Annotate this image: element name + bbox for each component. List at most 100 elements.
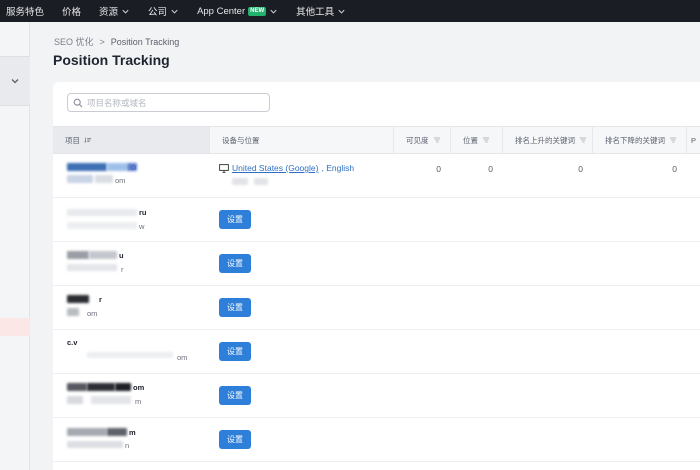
filter-sort-icon[interactable]: [669, 136, 677, 144]
column-label: P: [691, 135, 697, 145]
project-cell[interactable]: ru w: [53, 198, 210, 241]
nav-item-company[interactable]: 公司: [139, 0, 188, 22]
device-location-cell: 设置: [210, 418, 394, 461]
domain-fragment: n: [125, 441, 130, 450]
sidebar-active-item[interactable]: [0, 318, 30, 336]
project-cell[interactable]: u r: [53, 242, 210, 285]
column-label: 位置: [463, 135, 478, 145]
empty-cell: [503, 374, 593, 417]
search-input[interactable]: [87, 97, 257, 108]
keywords-down-cell: 0: [593, 154, 687, 197]
empty-cell: [593, 198, 687, 241]
device-location-cell: 设置: [210, 374, 394, 417]
table-row[interactable]: r om 设置: [53, 286, 700, 330]
empty-cell: [687, 330, 700, 373]
column-label: 排名上升的关键词: [515, 135, 575, 145]
project-cell[interactable]: D om: [53, 154, 210, 197]
nav-item-features[interactable]: 服务特色: [4, 0, 53, 22]
empty-cell: [451, 330, 503, 373]
redacted-domain: [67, 441, 123, 448]
redacted-domain: [67, 396, 83, 404]
device-location-cell: 设置: [210, 286, 394, 329]
nav-item-resources[interactable]: 资源: [90, 0, 139, 22]
project-cell[interactable]: om m: [53, 374, 210, 417]
project-cell[interactable]: c.v om: [53, 330, 210, 373]
sidebar-expand-toggle[interactable]: [0, 56, 30, 106]
column-label: 项目: [65, 135, 80, 145]
nav-item-pricing[interactable]: 价格: [53, 0, 90, 22]
visibility-cell: 0: [394, 154, 451, 197]
keywords-up-value: 0: [578, 164, 583, 174]
chevron-down-icon: [122, 9, 129, 14]
empty-cell: [451, 198, 503, 241]
project-cell[interactable]: m n: [53, 418, 210, 461]
empty-cell: [687, 286, 700, 329]
table-row[interactable]: D om United States (Google), English 0 0…: [53, 154, 700, 198]
project-cell[interactable]: r om: [53, 286, 210, 329]
redacted-name: [67, 295, 89, 303]
nav-item-app-center[interactable]: App Center NEW: [188, 0, 287, 22]
redacted-domain: [95, 175, 113, 183]
setup-button[interactable]: 设置: [219, 386, 251, 405]
empty-cell: [451, 418, 503, 461]
column-position[interactable]: 位置: [451, 127, 503, 153]
table-row[interactable]: om m 设置: [53, 374, 700, 418]
empty-cell: [451, 286, 503, 329]
top-navigation: 服务特色 价格 资源 公司 App Center NEW 其他工具: [0, 0, 700, 22]
domain-fragment: w: [139, 222, 145, 231]
location-info: United States (Google), English: [219, 163, 354, 173]
nav-item-other-tools[interactable]: 其他工具: [287, 0, 355, 22]
empty-cell: [687, 418, 700, 461]
setup-button[interactable]: 设置: [219, 342, 251, 361]
column-device-location[interactable]: 设备与位置: [210, 127, 394, 153]
empty-cell: [593, 374, 687, 417]
column-keywords-down[interactable]: 排名下降的关键词: [593, 127, 687, 153]
projects-card: 项目 设备与位置 可见度 位置 排名上升的关键词 排名下降的关键词: [53, 82, 700, 470]
column-next[interactable]: P: [687, 127, 700, 153]
projects-table: 项目 设备与位置 可见度 位置 排名上升的关键词 排名下降的关键词 P D om…: [53, 126, 700, 462]
search-box[interactable]: [67, 93, 270, 112]
device-location-cell: 设置: [210, 330, 394, 373]
desktop-icon: [219, 163, 229, 173]
redacted-name: [67, 428, 107, 436]
filter-sort-icon[interactable]: [433, 136, 441, 144]
empty-cell: [503, 242, 593, 285]
empty-cell: [394, 286, 451, 329]
sort-icon[interactable]: [84, 136, 92, 144]
filter-sort-icon[interactable]: [482, 136, 490, 144]
empty-cell: [687, 374, 700, 417]
empty-cell: [451, 242, 503, 285]
table-row[interactable]: m n 设置: [53, 418, 700, 462]
empty-cell: [593, 418, 687, 461]
empty-cell: [593, 330, 687, 373]
device-location-cell: United States (Google), English: [210, 154, 394, 197]
column-keywords-up[interactable]: 排名上升的关键词: [503, 127, 593, 153]
column-label: 设备与位置: [222, 135, 260, 145]
empty-cell: [394, 242, 451, 285]
domain-fragment: om: [177, 353, 188, 362]
empty-cell: [503, 198, 593, 241]
filter-sort-icon[interactable]: [579, 136, 587, 144]
table-row[interactable]: u r 设置: [53, 242, 700, 286]
domain-fragment: r: [121, 265, 124, 274]
empty-cell: [394, 374, 451, 417]
location-language: , English: [321, 163, 355, 173]
nav-item-label: 价格: [62, 7, 82, 18]
setup-button[interactable]: 设置: [219, 298, 251, 317]
nav-item-label: 公司: [148, 7, 168, 18]
column-visibility[interactable]: 可见度: [394, 127, 451, 153]
empty-cell: [451, 374, 503, 417]
page-title: Position Tracking: [53, 52, 170, 68]
column-label: 排名下降的关键词: [605, 135, 665, 145]
setup-button[interactable]: 设置: [219, 254, 251, 273]
table-row[interactable]: c.v om 设置: [53, 330, 700, 374]
location-link[interactable]: United States (Google): [232, 163, 318, 173]
empty-cell: [394, 330, 451, 373]
table-row[interactable]: ru w 设置: [53, 198, 700, 242]
setup-button[interactable]: 设置: [219, 210, 251, 229]
keywords-up-cell: 0: [503, 154, 593, 197]
breadcrumb-parent[interactable]: SEO 优化: [54, 35, 94, 48]
setup-button[interactable]: 设置: [219, 430, 251, 449]
empty-cell: [394, 418, 451, 461]
column-project[interactable]: 项目: [53, 127, 210, 153]
